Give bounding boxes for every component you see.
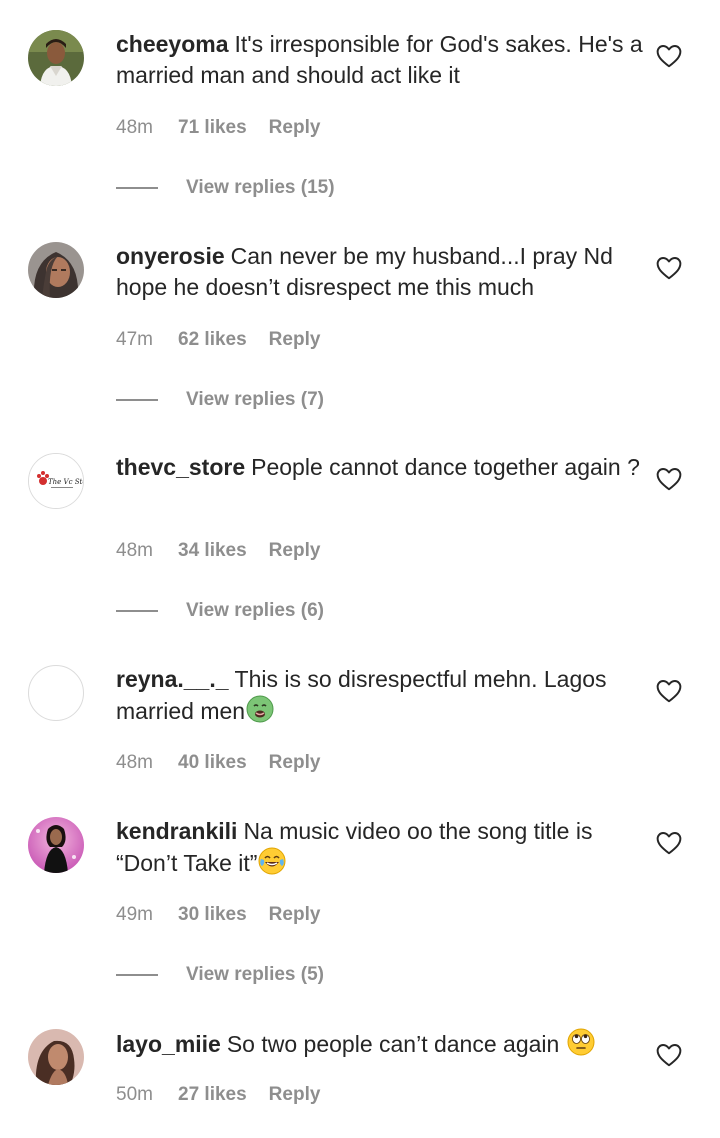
comment-body: So two people can’t dance again <box>226 1031 560 1057</box>
heart-icon[interactable] <box>656 1043 682 1067</box>
comment-username[interactable]: thevc_store <box>116 454 245 480</box>
reply-button[interactable]: Reply <box>269 903 321 927</box>
avatar[interactable] <box>28 242 84 298</box>
reply-button[interactable]: Reply <box>269 328 321 352</box>
view-replies-label: View replies (6) <box>186 600 324 621</box>
comment-meta: 48m 71 likes Reply <box>116 116 320 140</box>
like-count[interactable]: 71 likes <box>178 116 247 140</box>
comment-time: 50m <box>116 1084 153 1105</box>
like-count[interactable]: 40 likes <box>178 751 247 775</box>
view-replies-label: View replies (15) <box>186 177 335 198</box>
comment-meta: 48m 40 likes Reply <box>116 751 320 775</box>
heart-icon[interactable] <box>656 679 682 703</box>
divider <box>116 610 158 612</box>
divider <box>116 974 158 976</box>
comment-username[interactable]: onyerosie <box>116 243 225 269</box>
comment-meta: 49m 30 likes Reply <box>116 903 320 927</box>
comment-username[interactable]: kendrankili <box>116 818 237 844</box>
divider <box>116 187 158 189</box>
eye-roll-emoji <box>567 1028 595 1064</box>
comment-text: reyna.__._ This is so disrespectful mehn.… <box>116 664 646 731</box>
avatar[interactable]: The Vc Store <box>28 453 84 509</box>
comment-username[interactable]: layo_miie <box>116 1031 221 1057</box>
comment-username[interactable]: cheeyoma <box>116 31 229 57</box>
like-count[interactable]: 27 likes <box>178 1083 247 1107</box>
comment-text: cheeyoma It's irresponsible for God's sak… <box>116 29 646 91</box>
nauseated-face-emoji <box>246 695 274 731</box>
comment-username[interactable]: reyna.__._ <box>116 666 229 692</box>
comment-meta: 47m 62 likes Reply <box>116 328 320 352</box>
view-replies-label: View replies (5) <box>186 964 324 985</box>
heart-icon[interactable] <box>656 831 682 855</box>
avatar[interactable] <box>28 817 84 873</box>
like-count[interactable]: 34 likes <box>178 539 247 563</box>
tears-of-joy-emoji <box>258 847 286 883</box>
reply-button[interactable]: Reply <box>269 116 321 140</box>
comment-body: People cannot dance together again ? <box>251 454 640 480</box>
comment-meta: 48m 34 likes Reply <box>116 539 320 563</box>
comment-text: kendrankili Na music video oo the song ti… <box>116 816 646 883</box>
heart-icon[interactable] <box>656 44 682 68</box>
comment-time: 48m <box>116 752 153 773</box>
comment-text: layo_miie So two people can’t dance again <box>116 1028 646 1064</box>
like-count[interactable]: 62 likes <box>178 328 247 352</box>
reply-button[interactable]: Reply <box>269 539 321 563</box>
comment-time: 47m <box>116 329 153 350</box>
divider <box>116 399 158 401</box>
comment-text: onyerosie Can never be my husband...I pra… <box>116 241 646 303</box>
comment-time: 48m <box>116 117 153 138</box>
comment-time: 48m <box>116 540 153 561</box>
heart-icon[interactable] <box>656 467 682 491</box>
heart-icon[interactable] <box>656 256 682 280</box>
comment-time: 49m <box>116 904 153 925</box>
view-replies-label: View replies (7) <box>186 389 324 410</box>
avatar[interactable] <box>28 665 84 721</box>
comment-text: thevc_store People cannot dance together … <box>116 452 646 483</box>
comment-meta: 50m 27 likes Reply <box>116 1083 320 1107</box>
avatar[interactable] <box>28 30 84 86</box>
reply-button[interactable]: Reply <box>269 1083 321 1107</box>
reply-button[interactable]: Reply <box>269 751 321 775</box>
like-count[interactable]: 30 likes <box>178 903 247 927</box>
avatar[interactable] <box>28 1029 84 1085</box>
brand-logo: The Vc Store <box>48 478 83 486</box>
